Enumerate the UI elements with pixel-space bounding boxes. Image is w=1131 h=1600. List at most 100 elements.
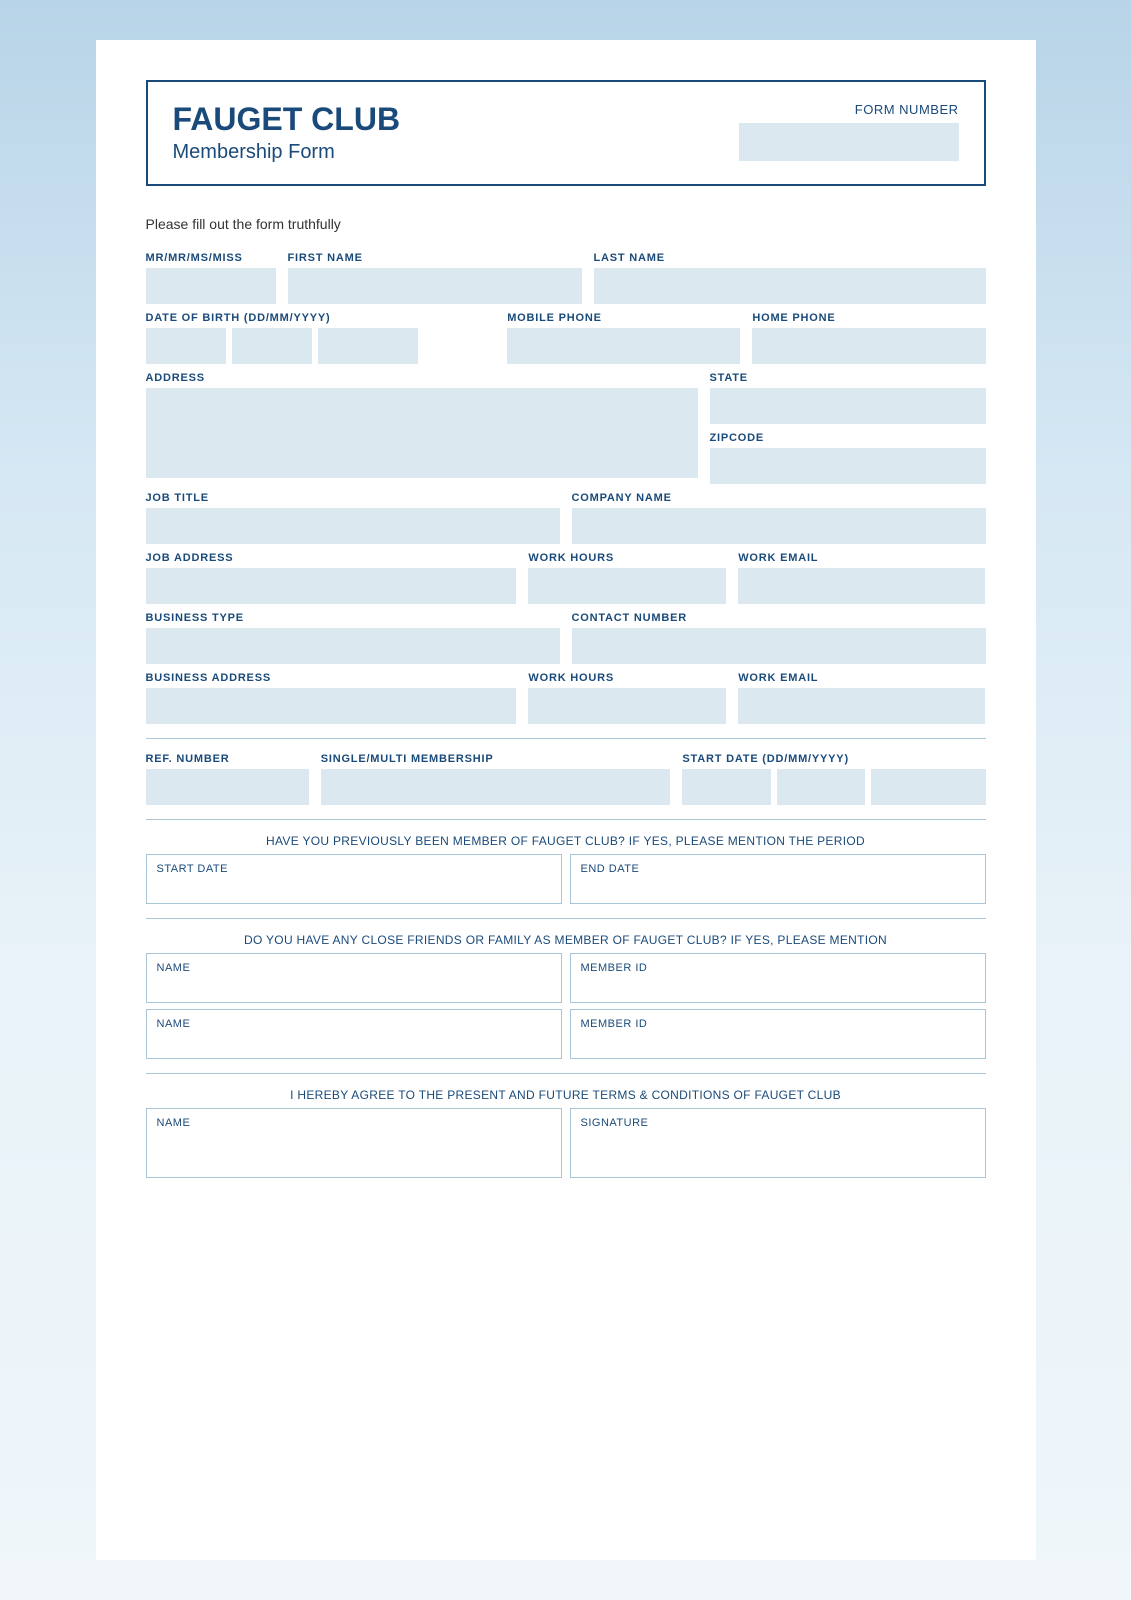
job-address-field-group: JOB ADDRESS	[146, 552, 517, 604]
mobile-phone-label: MOBILE PHONE	[507, 312, 740, 324]
single-multi-label: SINGLE/MULTI MEMBERSHIP	[321, 753, 671, 765]
first-name-field-group: FIRST NAME	[288, 252, 582, 304]
work-email2-field-group: WORK EMAIL	[738, 672, 985, 724]
prev-end-date-box[interactable]: END DATE	[570, 854, 986, 904]
friend2-member-id-label: MEMBER ID	[581, 1018, 975, 1030]
ref-number-label: REF. NUMBER	[146, 753, 309, 765]
club-name: FAUGET CLUB	[173, 102, 401, 137]
friend1-member-id-box[interactable]: MEMBER ID	[570, 953, 986, 1003]
dob-phone-row: DATE OF BIRTH (DD/MM/YYYY) MOBILE PHONE …	[146, 312, 986, 364]
friend2-name-label: NAME	[157, 1018, 551, 1030]
company-name-label: COMPANY NAME	[572, 492, 986, 504]
first-name-input[interactable]	[288, 268, 582, 304]
mobile-phone-field-group: MOBILE PHONE	[507, 312, 740, 364]
friend2-member-id-box[interactable]: MEMBER ID	[570, 1009, 986, 1059]
form-header: FAUGET CLUB Membership Form FORM NUMBER	[146, 80, 986, 186]
start-dd-input[interactable]	[682, 769, 770, 805]
agreement-signature-label: SIGNATURE	[581, 1117, 975, 1129]
instructions-text: Please fill out the form truthfully	[146, 216, 986, 232]
single-multi-field-group: SINGLE/MULTI MEMBERSHIP	[321, 753, 671, 805]
work-email-label: WORK EMAIL	[738, 552, 985, 564]
name-row: MR/MR/MS/MISS FIRST NAME LAST NAME	[146, 252, 986, 304]
business-address-input[interactable]	[146, 688, 517, 724]
home-phone-label: HOME PHONE	[752, 312, 985, 324]
work-email-input[interactable]	[738, 568, 985, 604]
state-zip-group: STATE ZIPCODE	[710, 372, 986, 484]
mobile-phone-input[interactable]	[507, 328, 740, 364]
work-email-field-group: WORK EMAIL	[738, 552, 985, 604]
divider-4	[146, 1073, 986, 1074]
job-title-field-group: JOB TITLE	[146, 492, 560, 544]
business-address-field-group: BUSINESS ADDRESS	[146, 672, 517, 724]
zipcode-input[interactable]	[710, 448, 986, 484]
title-label: MR/MR/MS/MISS	[146, 252, 276, 264]
work-hours-field-group: WORK HOURS	[528, 552, 726, 604]
agreement-row: NAME SIGNATURE	[146, 1108, 986, 1178]
prev-start-date-box[interactable]: START DATE	[146, 854, 562, 904]
job-address-input[interactable]	[146, 568, 517, 604]
dob-mm-input[interactable]	[232, 328, 312, 364]
form-number-label: FORM NUMBER	[739, 102, 959, 117]
agreement-text: I HEREBY AGREE TO THE PRESENT AND FUTURE…	[146, 1088, 986, 1102]
contact-number-label: CONTACT NUMBER	[572, 612, 986, 624]
title-field-group: MR/MR/MS/MISS	[146, 252, 276, 304]
work-hours-input[interactable]	[528, 568, 726, 604]
agreement-name-label: NAME	[157, 1117, 551, 1129]
business-address-label: BUSINESS ADDRESS	[146, 672, 517, 684]
friend1-name-box[interactable]: NAME	[146, 953, 562, 1003]
friend1-member-id-label: MEMBER ID	[581, 962, 975, 974]
ref-number-field-group: REF. NUMBER	[146, 753, 309, 805]
agreement-name-box[interactable]: NAME	[146, 1108, 562, 1178]
title-input[interactable]	[146, 268, 276, 304]
prev-start-date-label: START DATE	[157, 863, 551, 875]
last-name-input[interactable]	[594, 268, 986, 304]
form-number-section: FORM NUMBER	[739, 102, 959, 161]
business-address-row: BUSINESS ADDRESS WORK HOURS WORK EMAIL	[146, 672, 986, 724]
divider-2	[146, 819, 986, 820]
start-yyyy-input[interactable]	[871, 769, 986, 805]
home-phone-field-group: HOME PHONE	[752, 312, 985, 364]
single-multi-input[interactable]	[321, 769, 671, 805]
state-input[interactable]	[710, 388, 986, 424]
friends-family-question: DO YOU HAVE ANY CLOSE FRIENDS OR FAMILY …	[146, 933, 986, 947]
contact-number-input[interactable]	[572, 628, 986, 664]
membership-form-page: FAUGET CLUB Membership Form FORM NUMBER …	[96, 40, 1036, 1560]
dob-label: DATE OF BIRTH (DD/MM/YYYY)	[146, 312, 496, 324]
job-title-input[interactable]	[146, 508, 560, 544]
friend2-name-box[interactable]: NAME	[146, 1009, 562, 1059]
prev-end-date-label: END DATE	[581, 863, 975, 875]
job-company-row: JOB TITLE COMPANY NAME	[146, 492, 986, 544]
state-field-group: STATE	[710, 372, 986, 424]
address-label: ADDRESS	[146, 372, 698, 384]
state-label: STATE	[710, 372, 986, 384]
previous-member-dates: START DATE END DATE	[146, 854, 986, 904]
last-name-field-group: LAST NAME	[594, 252, 986, 304]
business-type-input[interactable]	[146, 628, 560, 664]
business-type-label: BUSINESS TYPE	[146, 612, 560, 624]
form-number-box[interactable]	[739, 123, 959, 161]
dob-dd-input[interactable]	[146, 328, 226, 364]
home-phone-input[interactable]	[752, 328, 985, 364]
zipcode-field-group: ZIPCODE	[710, 432, 986, 484]
address-field-group: ADDRESS	[146, 372, 698, 478]
last-name-label: LAST NAME	[594, 252, 986, 264]
ref-number-input[interactable]	[146, 769, 309, 805]
agreement-signature-box[interactable]: SIGNATURE	[570, 1108, 986, 1178]
dob-field-group: DATE OF BIRTH (DD/MM/YYYY)	[146, 312, 496, 364]
start-date-label: START DATE (DD/MM/YYYY)	[682, 753, 985, 765]
friends-family-row-2: NAME MEMBER ID	[146, 1009, 986, 1059]
contact-number-field-group: CONTACT NUMBER	[572, 612, 986, 664]
address-input[interactable]	[146, 388, 698, 478]
job-title-label: JOB TITLE	[146, 492, 560, 504]
work-email2-label: WORK EMAIL	[738, 672, 985, 684]
address-row: ADDRESS STATE ZIPCODE	[146, 372, 986, 484]
start-mm-input[interactable]	[777, 769, 865, 805]
divider-3	[146, 918, 986, 919]
start-date-field-group: START DATE (DD/MM/YYYY)	[682, 753, 985, 805]
first-name-label: FIRST NAME	[288, 252, 582, 264]
company-name-input[interactable]	[572, 508, 986, 544]
work-hours-label: WORK HOURS	[528, 552, 726, 564]
work-email2-input[interactable]	[738, 688, 985, 724]
dob-yyyy-input[interactable]	[318, 328, 418, 364]
work-hours2-input[interactable]	[528, 688, 726, 724]
